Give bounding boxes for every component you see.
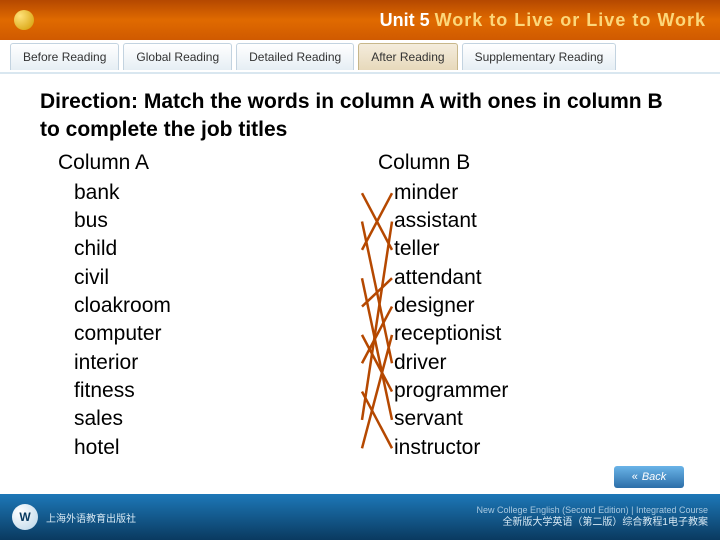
list-item: teller (394, 235, 680, 263)
footer-logo-icon: W (12, 504, 38, 530)
tab-global-reading[interactable]: Global Reading (123, 43, 232, 70)
list-item: interior (74, 349, 360, 377)
home-icon[interactable] (14, 10, 34, 30)
list-item: sales (74, 405, 360, 433)
footer-publisher: 上海外语教育出版社 (46, 510, 136, 525)
column-b-header: Column B (360, 151, 680, 175)
list-item: hotel (74, 434, 360, 462)
column-b: Column B minderassistanttellerattendantd… (360, 151, 680, 462)
list-item: programmer (394, 377, 680, 405)
tab-before-reading[interactable]: Before Reading (10, 43, 119, 70)
footer-left: W 上海外语教育出版社 (12, 504, 136, 530)
list-item: attendant (394, 264, 680, 292)
columns-wrap: Column A bankbuschildcivilcloakroomcompu… (40, 151, 680, 462)
back-button-label: Back (642, 471, 666, 483)
list-item: computer (74, 320, 360, 348)
list-item: servant (394, 405, 680, 433)
list-item: instructor (394, 434, 680, 462)
list-item: bus (74, 207, 360, 235)
tab-after-reading[interactable]: After Reading (358, 43, 457, 70)
footer-english: New College English (Second Edition) | I… (477, 505, 708, 517)
list-item: receptionist (394, 320, 680, 348)
list-item: child (74, 235, 360, 263)
column-a-list: bankbuschildcivilcloakroomcomputerinteri… (40, 179, 360, 462)
tab-supplementary-reading[interactable]: Supplementary Reading (462, 43, 617, 70)
tabs-bar: Before Reading Global Reading Detailed R… (0, 40, 720, 74)
list-item: minder (394, 179, 680, 207)
list-item: civil (74, 264, 360, 292)
back-button[interactable]: Back (614, 466, 684, 488)
unit-text: Work to Live or Live to Work (435, 10, 706, 30)
column-b-list: minderassistanttellerattendantdesignerre… (360, 179, 680, 462)
list-item: driver (394, 349, 680, 377)
footer-chinese: 全新版大学英语（第二版）综合教程1电子教案 (477, 516, 708, 529)
list-item: cloakroom (74, 292, 360, 320)
header-bar: Unit 5 Work to Live or Live to Work (0, 0, 720, 40)
content-area: Direction: Match the words in column A w… (0, 74, 720, 494)
list-item: assistant (394, 207, 680, 235)
footer-bar: W 上海外语教育出版社 New College English (Second … (0, 494, 720, 540)
tab-detailed-reading[interactable]: Detailed Reading (236, 43, 354, 70)
list-item: designer (394, 292, 680, 320)
unit-number: Unit 5 (380, 10, 430, 30)
footer-right: New College English (Second Edition) | I… (477, 505, 708, 530)
unit-title: Unit 5 Work to Live or Live to Work (380, 10, 706, 31)
column-a-header: Column A (40, 151, 360, 175)
list-item: bank (74, 179, 360, 207)
list-item: fitness (74, 377, 360, 405)
column-a: Column A bankbuschildcivilcloakroomcompu… (40, 151, 360, 462)
direction-text: Direction: Match the words in column A w… (40, 88, 680, 145)
